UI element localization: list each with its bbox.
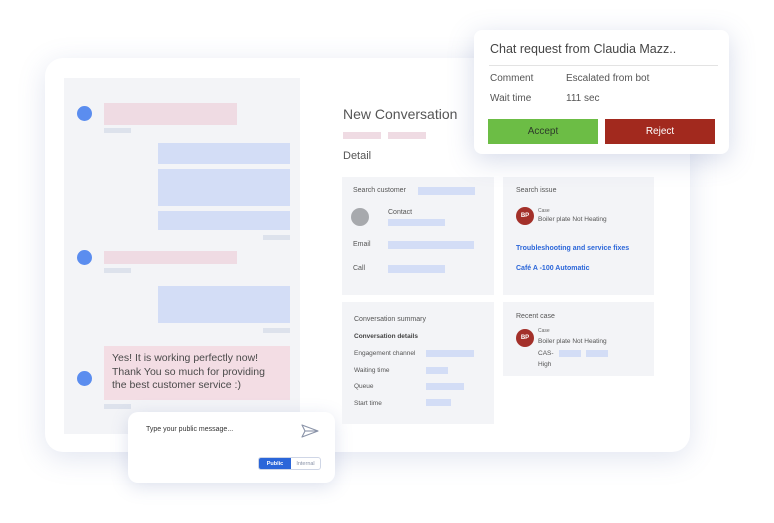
waiting-value-placeholder: [426, 367, 448, 374]
queue-label: Queue: [354, 383, 374, 390]
wait-time-label: Wait time: [490, 93, 532, 104]
timestamp-placeholder: [104, 404, 131, 409]
message-composer[interactable]: Type your public message... Public Inter…: [128, 412, 335, 483]
internal-toggle-option[interactable]: Internal: [291, 458, 320, 469]
chat-request-popup: Chat request from Claudia Mazz.. Comment…: [474, 30, 729, 154]
summary-title: Conversation summary: [354, 316, 426, 323]
customer-message-placeholder: [104, 103, 237, 125]
customer-avatar: [77, 106, 92, 121]
customer-avatar: [77, 250, 92, 265]
contact-value-placeholder[interactable]: [388, 219, 445, 226]
comment-value: Escalated from bot: [566, 73, 650, 84]
email-label: Email: [353, 241, 371, 248]
agent-message-placeholder: [158, 169, 290, 206]
comment-label: Comment: [490, 73, 534, 84]
email-field[interactable]: [388, 241, 474, 249]
popup-title: Chat request from Claudia Mazz..: [490, 42, 677, 56]
queue-value-placeholder: [426, 383, 464, 390]
accept-button[interactable]: Accept: [488, 119, 598, 144]
customer-message: Yes! It is working perfectly now! Thank …: [104, 346, 290, 400]
case-number-placeholder: [586, 350, 608, 357]
customer-message-placeholder: [104, 251, 237, 264]
tag-placeholder: [388, 132, 426, 139]
case-number-placeholder: [559, 350, 581, 357]
agent-message-placeholder: [158, 211, 290, 230]
start-label: Start time: [354, 400, 382, 407]
timestamp-placeholder: [104, 128, 131, 133]
kb-link-cafe[interactable]: Café A -100 Automatic: [516, 265, 590, 272]
search-customer-field[interactable]: [418, 187, 475, 195]
case-avatar: BP: [516, 207, 534, 225]
composer-placeholder[interactable]: Type your public message...: [146, 426, 233, 433]
case-avatar: BP: [516, 329, 534, 347]
agent-message-placeholder: [158, 143, 290, 164]
page-title: New Conversation: [343, 106, 458, 122]
visibility-toggle[interactable]: Public Internal: [258, 457, 321, 470]
details-heading: Conversation details: [354, 333, 418, 340]
case-tag: Case: [538, 208, 550, 214]
search-customer-label: Search customer: [353, 187, 406, 194]
case-title[interactable]: Boiler plate Not Heating: [538, 216, 607, 223]
case-number-label: CAS-: [538, 350, 554, 357]
timestamp-placeholder: [263, 328, 290, 333]
reject-button[interactable]: Reject: [605, 119, 715, 144]
call-label: Call: [353, 265, 366, 272]
start-value-placeholder: [426, 399, 451, 406]
issue-card: [503, 177, 654, 295]
public-toggle-option[interactable]: Public: [259, 458, 291, 469]
case-tag: Case: [538, 328, 550, 334]
timestamp-placeholder: [104, 268, 131, 273]
send-icon[interactable]: [300, 423, 320, 439]
case-priority: High: [538, 361, 552, 368]
customer-avatar: [77, 371, 92, 386]
recent-case-name[interactable]: Boiler plate Not Heating: [538, 338, 607, 345]
contact-label: Contact: [388, 209, 413, 216]
section-title: Detail: [343, 150, 372, 162]
timestamp-placeholder: [263, 235, 290, 240]
engagement-value-placeholder: [426, 350, 474, 357]
recent-case-title: Recent case: [516, 313, 555, 320]
waiting-label: Waiting time: [354, 367, 390, 374]
engagement-label: Engagement channel: [354, 350, 416, 357]
agent-message-placeholder: [158, 286, 290, 323]
kb-link-troubleshooting[interactable]: Troubleshooting and service fixes: [516, 245, 629, 252]
call-field[interactable]: [388, 265, 445, 273]
tag-placeholder: [343, 132, 381, 139]
search-issue-label[interactable]: Search issue: [516, 187, 556, 194]
contact-avatar: [351, 208, 369, 226]
popup-divider: [489, 65, 718, 66]
wait-time-value: 111 sec: [566, 93, 600, 104]
